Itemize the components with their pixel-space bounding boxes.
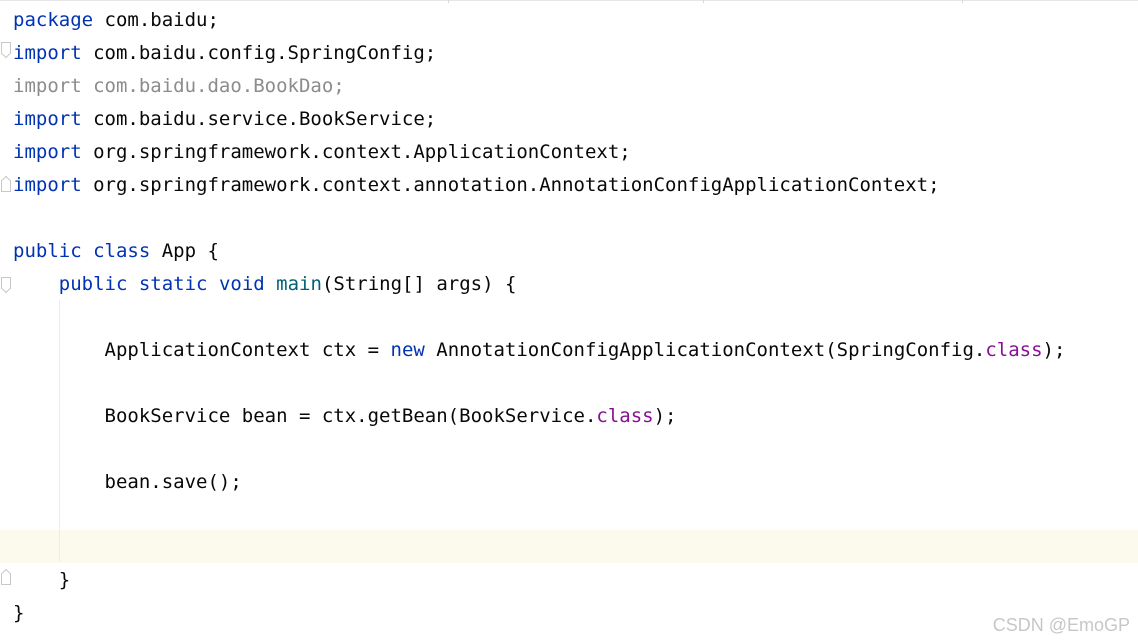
code-line-class-close[interactable]: } [13,597,24,630]
code-text: bean.save(); [104,471,242,493]
code-text: ApplicationContext ctx = [104,339,391,361]
code-line-method-close[interactable]: } [13,564,70,597]
code-text: } [13,602,25,624]
code-text: BookService bean = ctx.getBean(BookServi… [104,405,597,427]
keyword: public [13,240,82,262]
code-line-import[interactable]: import org.springframework.context.annot… [13,169,940,202]
ruler-tick [448,0,449,3]
code-text: AnnotationConfigApplicationContext(Sprin… [424,339,986,361]
keyword: import [13,42,82,64]
code-text: } [58,569,71,591]
code-text: App { [150,240,219,262]
method-name: main [276,273,322,295]
code-text: org.springframework.context.annotation.A… [81,174,940,196]
code-editor[interactable]: package com.baidu; import com.baidu.conf… [0,0,1138,644]
keyword: import [13,174,82,196]
code-line-context[interactable]: ApplicationContext ctx = new AnnotationC… [13,334,1066,367]
fold-import-icon[interactable] [1,42,11,54]
code-line-getbean[interactable]: BookService bean = ctx.getBean(BookServi… [13,400,677,433]
watermark: CSDN @EmoGP [992,615,1130,635]
fold-method-end-icon[interactable] [1,573,11,585]
keyword: package [13,9,94,31]
editor-top-border [0,0,1138,3]
current-line-highlight [0,530,1138,563]
code-text: com.baidu; [93,9,219,31]
keyword: class [93,240,151,262]
code-line-import[interactable]: import com.baidu.config.SpringConfig; [13,37,436,70]
code-line-unused-import[interactable]: import com.baidu.dao.BookDao; [13,70,345,103]
class-keyword: class [985,339,1043,361]
code-line-import[interactable]: import com.baidu.service.BookService; [13,103,436,136]
code-line-save[interactable]: bean.save(); [13,466,242,499]
fold-method-icon[interactable] [1,277,11,289]
keyword: static [138,273,208,295]
code-text: ); [1042,339,1066,361]
ruler-tick [703,0,704,3]
class-keyword: class [596,405,654,427]
code-text: org.springframework.context.ApplicationC… [81,141,631,163]
ruler-tick [962,0,963,3]
code-line-main-method[interactable]: public static void main(String[] args) { [13,268,517,301]
code-text: com.baidu.service.BookService; [81,108,437,130]
keyword: new [390,339,425,361]
code-text: (String[] args) { [321,273,517,295]
code-text: import com.baidu.dao.BookDao; [13,75,345,97]
keyword: import [13,108,82,130]
code-line-import[interactable]: import org.springframework.context.Appli… [13,136,631,169]
code-text: ); [653,405,677,427]
code-line-class-declaration[interactable]: public class App { [13,235,219,268]
fold-import-end-icon[interactable] [1,180,11,192]
code-line-package[interactable]: package com.baidu; [13,4,219,37]
keyword: public [58,273,128,295]
keyword: import [13,141,82,163]
keyword: void [218,273,265,295]
code-text: com.baidu.config.SpringConfig; [81,42,437,64]
